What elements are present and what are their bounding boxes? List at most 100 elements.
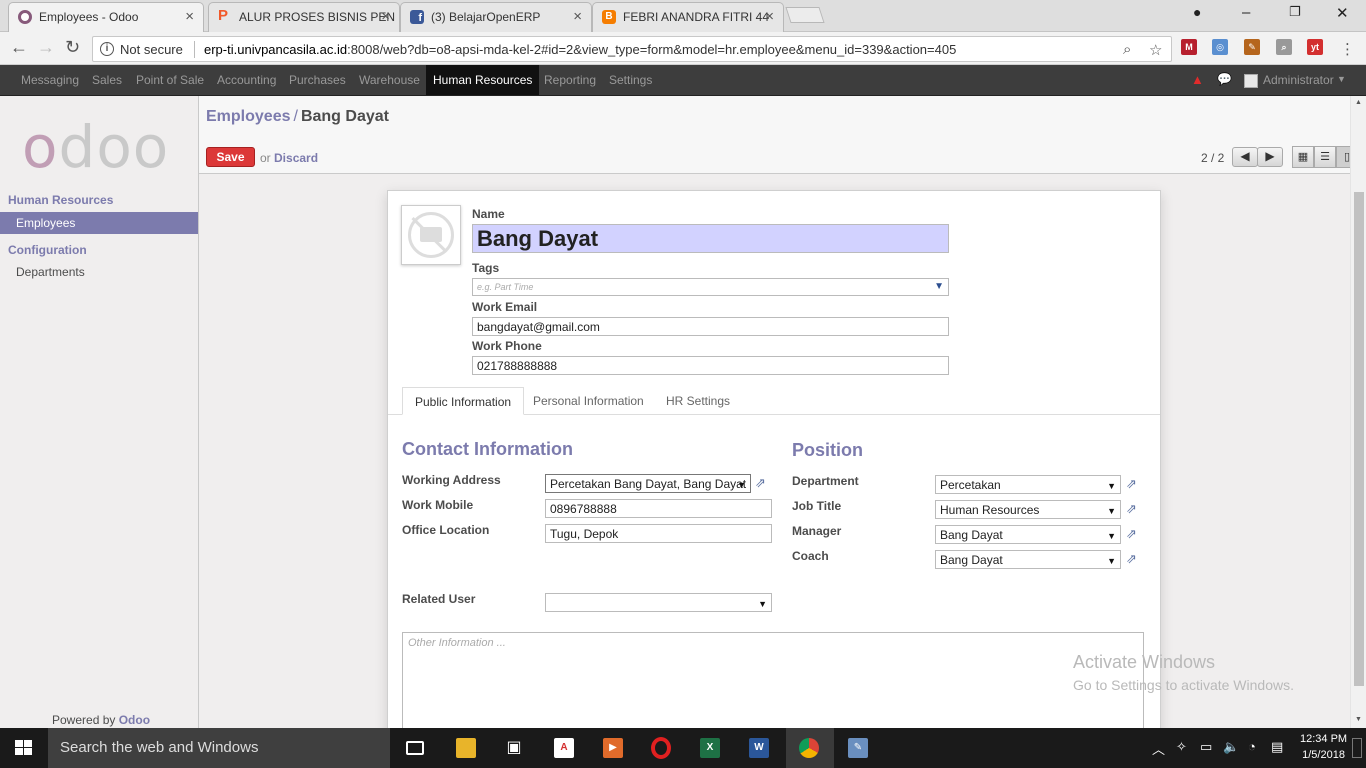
file-explorer-icon[interactable] (456, 738, 476, 758)
menu-messaging[interactable]: Messaging (14, 65, 86, 95)
pager-next-button[interactable]: ▶ (1257, 147, 1283, 167)
zoom-icon[interactable]: ⌕ (1123, 41, 1131, 58)
profile-icon[interactable]: ● (1193, 4, 1201, 20)
scroll-up-icon[interactable]: ▲ (1355, 99, 1362, 106)
working-address-field[interactable]: Percetakan Bang Dayat, Bang Dayat ▼ (545, 474, 751, 493)
coach-field[interactable]: Bang Dayat ▼ (935, 550, 1121, 569)
tab-hr-settings[interactable]: HR Settings (654, 387, 742, 415)
close-tab-icon[interactable]: × (185, 3, 194, 31)
external-link-icon[interactable]: ⇗ (1126, 551, 1137, 567)
extension-4-icon[interactable]: ⌕ (1276, 39, 1292, 55)
close-tab-icon[interactable]: × (381, 3, 390, 31)
close-tab-icon[interactable]: × (765, 3, 774, 31)
menu-warehouse[interactable]: Warehouse (352, 65, 427, 95)
pager-previous-button[interactable]: ◀ (1232, 147, 1258, 167)
word-icon[interactable]: W (749, 738, 769, 758)
tags-dropdown-icon[interactable]: ▼ (934, 281, 944, 293)
external-link-icon[interactable]: ⇗ (1126, 476, 1137, 492)
job-title-field[interactable]: Human Resources ▼ (935, 500, 1121, 519)
office-location-field[interactable]: Tugu, Depok (545, 524, 772, 543)
back-icon[interactable]: ← (10, 37, 28, 57)
wifi-icon[interactable]: ◔ (1248, 739, 1256, 754)
scroll-thumb[interactable] (1354, 192, 1364, 686)
volume-icon[interactable]: 🔈 (1223, 739, 1239, 755)
external-link-icon[interactable]: ⇗ (755, 475, 766, 491)
manager-field[interactable]: Bang Dayat ▼ (935, 525, 1121, 544)
save-button[interactable]: Save (206, 147, 255, 167)
external-link-icon[interactable]: ⇗ (1126, 501, 1137, 517)
close-tab-icon[interactable]: × (573, 3, 582, 31)
browser-menu-icon[interactable]: ⋮ (1340, 40, 1355, 58)
alert-icon[interactable]: ▲ (1191, 72, 1204, 87)
department-field[interactable]: Percetakan ▼ (935, 475, 1121, 494)
work-phone-field[interactable]: 021788888888 (472, 356, 949, 375)
menu-accounting[interactable]: Accounting (210, 65, 283, 95)
dropdown-caret-icon[interactable]: ▼ (1107, 504, 1116, 518)
breadcrumb-employees[interactable]: Employees (206, 108, 290, 125)
browser-tab-employees[interactable]: Employees - Odoo × (8, 2, 204, 32)
menu-settings[interactable]: Settings (602, 65, 659, 95)
tab-personal-information[interactable]: Personal Information (521, 387, 656, 415)
restore-icon[interactable]: ❐ (1289, 4, 1301, 20)
extension-3-icon[interactable]: ✎ (1244, 39, 1260, 55)
sidebar-item-employees[interactable]: Employees (0, 212, 198, 234)
sidebar-item-departments[interactable]: Departments (0, 261, 198, 283)
odoo-logo[interactable]: odoo (22, 118, 169, 176)
menu-purchases[interactable]: Purchases (282, 65, 353, 95)
minimize-icon[interactable]: – (1242, 4, 1250, 21)
other-information-field[interactable]: Other Information ... (402, 632, 1144, 732)
dropdown-caret-icon[interactable]: ▼ (1107, 479, 1116, 493)
work-mobile-field[interactable]: 0896788888 (545, 499, 772, 518)
kanban-view-button[interactable]: ▦ (1292, 146, 1314, 168)
info-icon[interactable]: i (100, 42, 114, 56)
list-view-button[interactable]: ☰ (1314, 146, 1336, 168)
battery-icon[interactable]: ▭ (1200, 739, 1212, 755)
name-field[interactable]: Bang Dayat (472, 224, 949, 253)
dropbox-icon[interactable]: ✧ (1176, 739, 1187, 755)
page-scrollbar[interactable]: ▲ ▼ (1350, 96, 1366, 728)
extension-5-icon[interactable]: yt (1307, 39, 1323, 55)
tags-field[interactable]: e.g. Part Time ▼ (472, 278, 949, 296)
opera-icon[interactable] (651, 737, 671, 759)
reload-icon[interactable]: ↻ (65, 37, 80, 57)
external-link-icon[interactable]: ⇗ (1126, 526, 1137, 542)
new-tab-button[interactable] (785, 7, 825, 23)
discard-button[interactable]: Discard (274, 151, 318, 165)
media-player-icon[interactable]: ▶ (603, 738, 623, 758)
related-user-field[interactable]: ▼ (545, 593, 772, 612)
pdf-reader-icon[interactable]: A (554, 738, 574, 758)
forward-icon[interactable]: → (37, 37, 55, 57)
dropdown-caret-icon[interactable]: ▼ (737, 478, 746, 492)
taskbar-clock[interactable]: 12:34 PM 1/5/2018 (1300, 731, 1347, 763)
dropdown-caret-icon[interactable]: ▼ (758, 597, 767, 611)
powered-link[interactable]: Odoo (119, 713, 150, 727)
window-close-icon[interactable]: ✕ (1336, 4, 1349, 22)
taskbar-search-box[interactable]: Search the web and Windows (48, 728, 390, 768)
address-bar[interactable]: i Not secure erp-ti.univpancasila.ac.id:… (92, 36, 1172, 62)
tab-public-information[interactable]: Public Information (402, 387, 525, 415)
browser-tab-alur[interactable]: P ALUR PROSES BISNIS PEN × (208, 2, 400, 32)
chevron-down-icon[interactable]: ▼ (1337, 74, 1346, 84)
tray-chevron-up-icon[interactable]: ︿ (1152, 739, 1165, 758)
bookmark-star-icon[interactable]: ☆ (1149, 41, 1162, 59)
extension-2-icon[interactable]: ◎ (1212, 39, 1228, 55)
avatar[interactable] (1244, 74, 1258, 88)
menu-point-of-sale[interactable]: Point of Sale (129, 65, 211, 95)
user-menu-label[interactable]: Administrator (1263, 73, 1334, 87)
chrome-icon[interactable] (799, 738, 819, 758)
task-view-icon[interactable] (406, 741, 424, 755)
dropdown-caret-icon[interactable]: ▼ (1107, 554, 1116, 568)
keyboard-icon[interactable]: ▤ (1271, 739, 1283, 755)
browser-tab-facebook[interactable]: f (3) BelajarOpenERP × (400, 2, 592, 32)
excel-icon[interactable]: X (700, 738, 720, 758)
url-text[interactable]: erp-ti.univpancasila.ac.id:8008/web?db=o… (204, 42, 956, 57)
menu-human-resources[interactable]: Human Resources (426, 65, 540, 95)
paint-icon[interactable]: ✎ (848, 738, 868, 758)
menu-reporting[interactable]: Reporting (537, 65, 603, 95)
dropdown-caret-icon[interactable]: ▼ (1107, 529, 1116, 543)
notifications-icon[interactable] (1352, 738, 1362, 758)
browser-tab-blogger[interactable]: B FEBRI ANANDRA FITRI 44 × (592, 2, 784, 32)
windows-start-icon[interactable] (15, 740, 33, 756)
chat-icon[interactable]: 💬 (1217, 72, 1232, 86)
scroll-down-icon[interactable]: ▼ (1355, 716, 1362, 723)
